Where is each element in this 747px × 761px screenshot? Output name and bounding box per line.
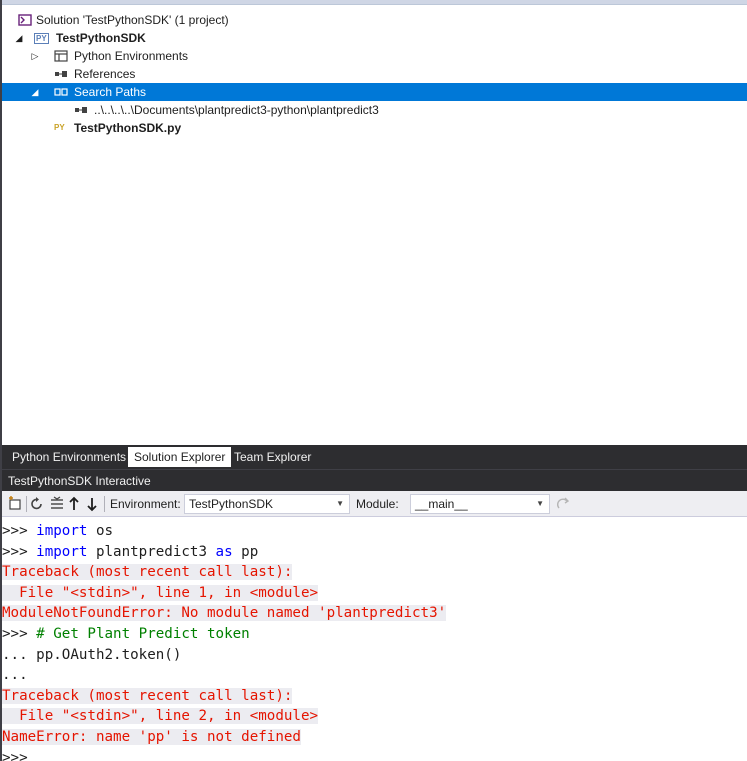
- python-project-icon: PY: [34, 33, 49, 44]
- console-error-line: File "<stdin>", line 2, in <module>: [2, 706, 747, 727]
- tool-window-tab-bar: Python Environments Solution Explorer Te…: [2, 445, 747, 469]
- tree-item-label: Python Environments: [74, 49, 189, 63]
- interactive-console-output[interactable]: >>> import os >>> import plantpredict3 as…: [2, 517, 747, 761]
- tree-item-label: Search Paths: [74, 85, 147, 99]
- history-up-icon[interactable]: [68, 495, 80, 513]
- python-file-icon: PY: [54, 123, 65, 132]
- tree-item-label: References: [74, 67, 136, 81]
- interactive-window-title: TestPythonSDK Interactive: [2, 469, 747, 491]
- collapsed-arrow-icon[interactable]: ▷: [30, 47, 40, 65]
- code-text: plantpredict3: [87, 543, 216, 560]
- console-error-line: ModuleNotFoundError: No module named 'pl…: [2, 603, 747, 624]
- tree-header-strip: [2, 0, 747, 5]
- module-label: Module:: [356, 497, 399, 511]
- console-input-line: >>> import os: [2, 521, 747, 542]
- console-prompt: ...: [2, 667, 28, 684]
- environment-label: Environment:: [110, 497, 181, 511]
- reference-path-icon: [75, 107, 87, 113]
- project-node[interactable]: ◢ PY TestPythonSDK: [2, 29, 747, 47]
- keyword: as: [215, 543, 233, 560]
- python-interactive-window: TestPythonSDK Interactive Environment: T…: [2, 469, 747, 761]
- keyword: import: [36, 543, 88, 560]
- console-error-line: File "<stdin>", line 1, in <module>: [2, 583, 747, 604]
- console-input-line: ...: [2, 665, 747, 686]
- interactive-toolbar: Environment: TestPythonSDK ▼ Module: __m…: [2, 491, 747, 517]
- console-prompt: >>>: [2, 523, 37, 539]
- module-value: __main__: [415, 497, 468, 511]
- toolbar-separator: [104, 496, 105, 512]
- tab-solution-explorer[interactable]: Solution Explorer: [128, 447, 232, 467]
- solution-label: Solution 'TestPythonSDK' (1 project): [36, 13, 229, 27]
- environment-value: TestPythonSDK: [189, 497, 274, 511]
- module-select[interactable]: __main__ ▼: [410, 494, 550, 514]
- console-error-line: Traceback (most recent call last):: [2, 562, 747, 583]
- chevron-down-icon: ▼: [336, 499, 344, 508]
- console-error-line: Traceback (most recent call last):: [2, 686, 747, 707]
- chevron-down-icon: ▼: [536, 499, 544, 508]
- environment-select[interactable]: TestPythonSDK ▼: [184, 494, 350, 514]
- code-text: pp.OAuth2.token(): [36, 646, 182, 663]
- error-text: NameError: name 'pp' is not defined: [2, 728, 301, 745]
- error-text: Traceback (most recent call last):: [2, 564, 293, 581]
- code-text: pp: [232, 543, 259, 560]
- solution-node[interactable]: Solution 'TestPythonSDK' (1 project): [2, 11, 747, 29]
- keyword: import: [36, 523, 88, 539]
- tab-team-explorer[interactable]: Team Explorer: [228, 447, 317, 467]
- references-icon: [55, 71, 67, 77]
- tree-item-search-paths[interactable]: ◢ Search Paths: [2, 83, 747, 101]
- code-text: os: [87, 523, 114, 539]
- tree-item-label: ..\..\..\..\Documents\plantpredict3-pyth…: [94, 103, 379, 117]
- history-down-icon[interactable]: [86, 495, 98, 513]
- console-error-line: NameError: name 'pp' is not defined: [2, 727, 747, 748]
- search-paths-icon: [54, 88, 68, 96]
- error-text: Traceback (most recent call last):: [2, 687, 293, 704]
- expanded-arrow-icon[interactable]: ◢: [30, 83, 40, 101]
- console-prompt: >>>: [2, 625, 37, 642]
- tree-item-search-path-entry[interactable]: ..\..\..\..\Documents\plantpredict3-pyth…: [2, 101, 747, 119]
- console-input-line: >>> # Get Plant Predict token: [2, 624, 747, 645]
- error-text: File "<stdin>", line 2, in <module>: [2, 708, 319, 725]
- console-prompt: ...: [2, 646, 37, 663]
- code-comment: # Get Plant Predict token: [36, 625, 250, 642]
- console-prompt: >>>: [2, 749, 28, 761]
- new-tab-icon[interactable]: [8, 495, 22, 513]
- solution-explorer-tree: Solution 'TestPythonSDK' (1 project) ◢ P…: [2, 0, 747, 445]
- tree-item-python-environments[interactable]: ▷ Python Environments: [2, 47, 747, 65]
- tab-python-environments[interactable]: Python Environments: [6, 447, 132, 467]
- console-input-line: >>> import plantpredict3 as pp: [2, 542, 747, 563]
- solution-icon: [18, 14, 32, 26]
- expanded-arrow-icon[interactable]: ◢: [14, 29, 24, 47]
- console-input-line: >>>: [2, 748, 747, 761]
- error-text: File "<stdin>", line 1, in <module>: [2, 584, 319, 601]
- error-text: ModuleNotFoundError: No module named 'pl…: [2, 605, 447, 622]
- tree-item-label: TestPythonSDK.py: [74, 121, 182, 135]
- console-prompt: >>>: [2, 543, 37, 560]
- toolbar-separator: [26, 496, 27, 512]
- reset-icon[interactable]: [30, 495, 44, 513]
- clear-output-icon[interactable]: [50, 495, 64, 513]
- reset-redo-icon[interactable]: [556, 495, 570, 513]
- environments-icon: [54, 50, 68, 62]
- tree-item-python-file[interactable]: PY TestPythonSDK.py: [2, 119, 747, 137]
- console-input-line: ... pp.OAuth2.token(): [2, 645, 747, 666]
- tree-item-references[interactable]: References: [2, 65, 747, 83]
- project-label: TestPythonSDK: [56, 31, 146, 45]
